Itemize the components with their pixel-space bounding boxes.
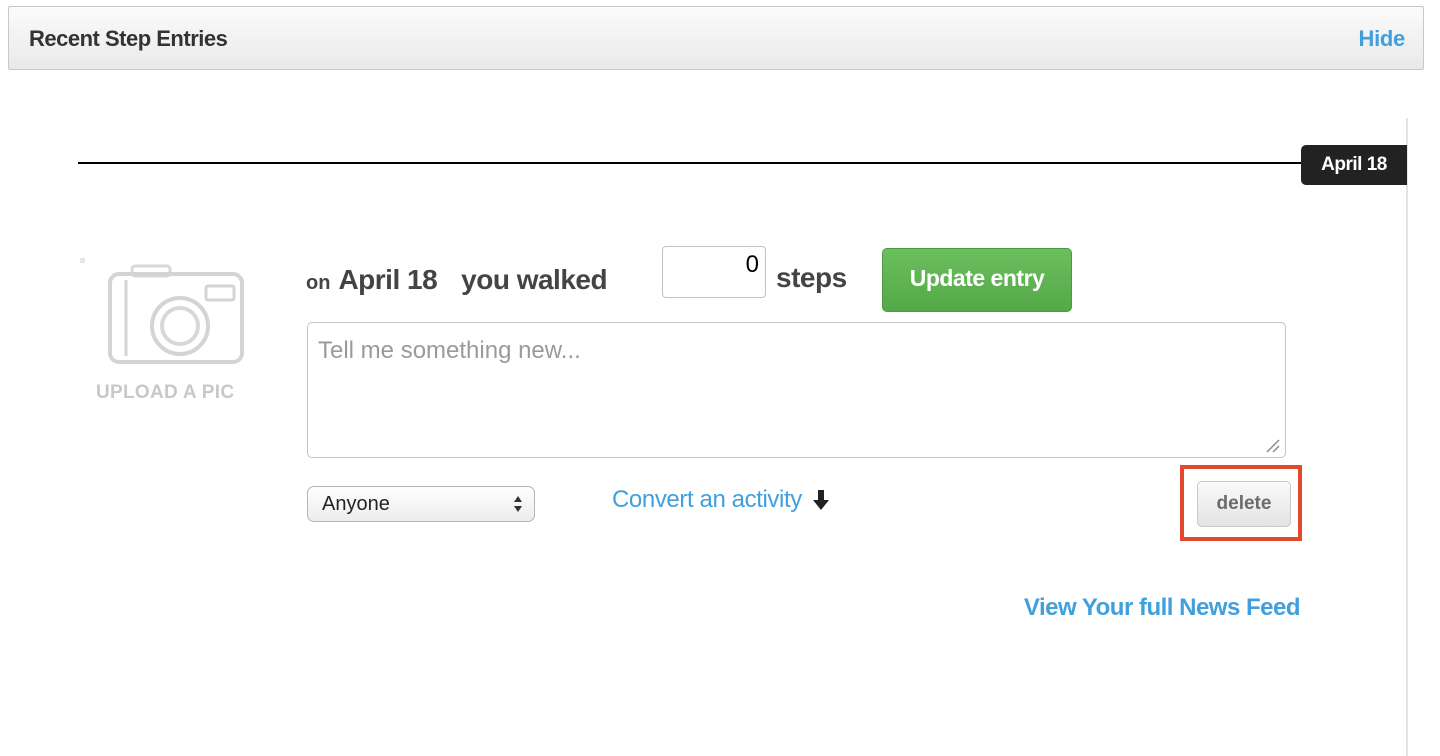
entry-sentence: on April 18 you walked [306,258,608,302]
hide-link[interactable]: Hide [1359,26,1406,52]
upload-pic-button[interactable]: UPLOAD A PIC [80,258,280,418]
convert-activity-label: Convert an activity [612,486,802,513]
arrow-down-icon [812,490,829,510]
on-label: on [306,271,331,294]
resize-handle-icon[interactable] [1263,436,1281,454]
view-news-feed-link[interactable]: View Your full News Feed [1024,594,1301,622]
you-walked-label: you walked [461,264,608,295]
section-title: Recent Step Entries [29,26,228,51]
steps-label: steps [776,262,847,293]
update-entry-button[interactable]: Update entry [882,248,1072,312]
timeline-date-badge: April 18 [1301,145,1407,185]
section-header: Recent Step Entries Hide [8,6,1424,70]
message-textarea[interactable] [307,322,1286,458]
timeline-divider [78,162,1308,164]
privacy-select[interactable]: Anyone [307,486,535,522]
entry-date: April 18 [338,264,438,295]
content-border [1406,118,1408,756]
steps-input[interactable] [662,246,766,298]
privacy-selected-value: Anyone [322,493,390,515]
convert-activity-link[interactable]: Convert an activity [612,486,830,514]
upload-pic-label: UPLOAD A PIC [96,382,235,403]
select-arrows-icon [514,496,522,512]
camera-icon [80,258,244,364]
delete-button[interactable]: delete [1197,481,1291,527]
